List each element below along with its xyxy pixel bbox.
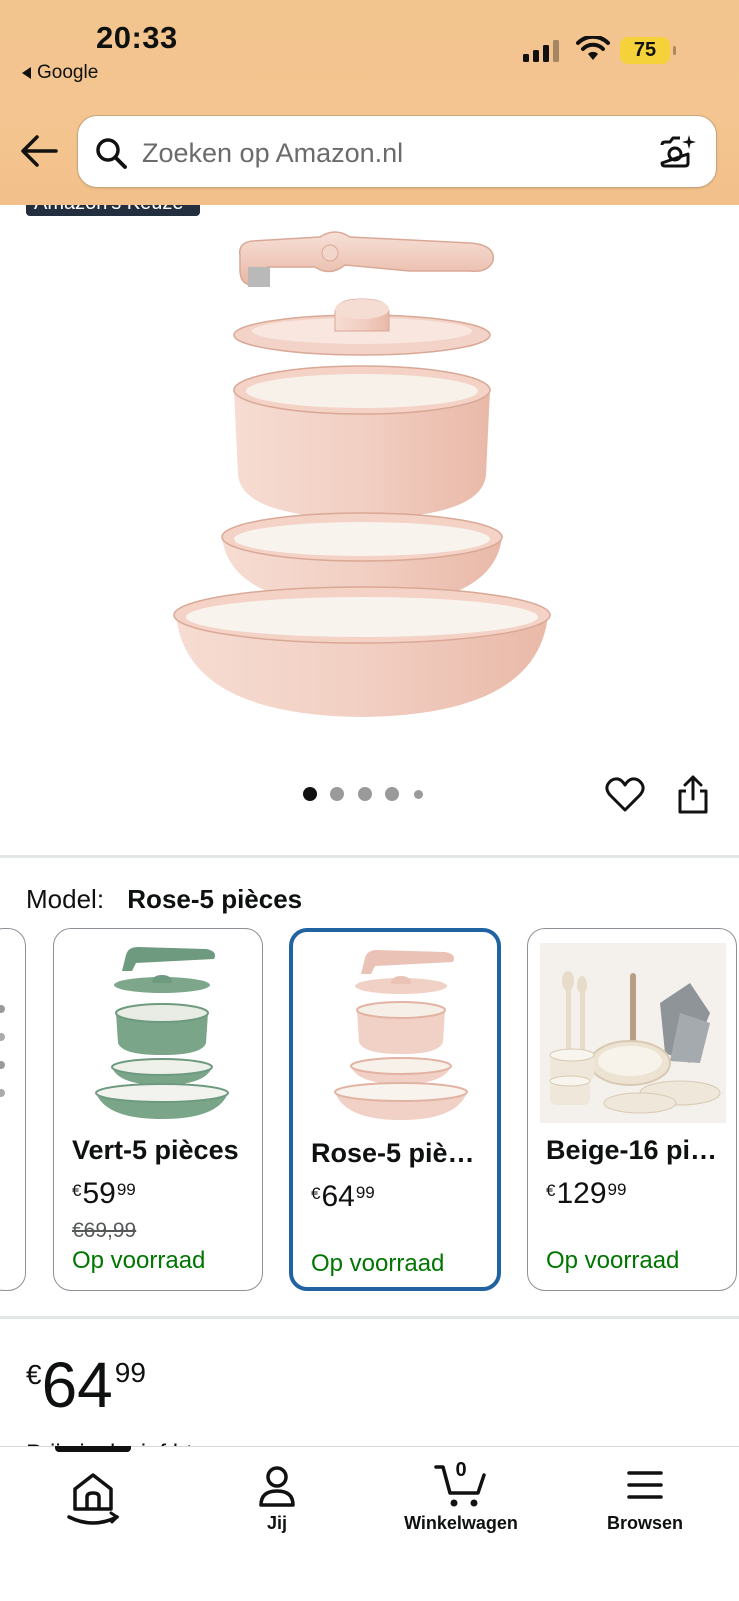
price-cents: 99 (355, 1183, 375, 1202)
price-currency: € (311, 1184, 321, 1203)
search-bar[interactable]: Zoeken op Amazon.nl (77, 115, 717, 188)
variant-card-beige[interactable]: Beige-16 pièces € 129 99 Op voorraad (527, 928, 737, 1291)
nav-cart-label: Winkelwagen (404, 1513, 518, 1533)
price-whole: 59 (82, 1177, 116, 1210)
price-currency: € (546, 1181, 556, 1200)
price-cents: 99 (114, 1357, 146, 1388)
section-divider (0, 1316, 739, 1319)
image-pager[interactable] (303, 787, 433, 807)
bottom-navigation: Jij 0 Winkelwagen Browsen (0, 1446, 739, 1601)
status-time: 20:33 (96, 20, 178, 55)
back-arrow-icon[interactable] (20, 134, 58, 168)
variant-stock-status: Op voorraad (546, 1247, 680, 1274)
camera-search-icon[interactable] (658, 132, 698, 172)
variant-list-price: €69,99 (72, 1219, 137, 1242)
nav-browse[interactable]: Browsen (570, 1447, 720, 1567)
variant-name: Beige-16 pièces (546, 1135, 720, 1165)
cart-count: 0 (455, 1459, 467, 1481)
nav-cart[interactable]: 0 Winkelwagen (386, 1447, 536, 1567)
back-app-label: Google (37, 62, 99, 83)
variant-thumbnail (540, 943, 726, 1123)
model-selected-value: Rose-5 pièces (127, 884, 303, 914)
search-input[interactable]: Zoeken op Amazon.nl (142, 138, 403, 169)
cellular-signal-icon (523, 40, 559, 62)
home-icon (67, 1473, 120, 1525)
price-whole: 129 (556, 1177, 607, 1210)
variant-price: € 64 99 (311, 1180, 375, 1214)
menu-icon (627, 1471, 663, 1499)
heart-icon[interactable] (605, 775, 645, 815)
section-divider (0, 855, 739, 858)
variant-thumbnail (334, 950, 468, 1120)
back-to-app-link[interactable]: Google (22, 62, 98, 84)
price-whole: 64 (321, 1180, 355, 1213)
battery-indicator: 75 (620, 37, 676, 64)
app-header: 20:33 Google 75 Zoeken op Amazon.nl (0, 0, 739, 205)
variant-price: € 59 99 (72, 1177, 136, 1211)
share-icon[interactable] (676, 773, 710, 815)
product-price: € 64 99 (26, 1353, 146, 1417)
variant-name: Vert-5 pièces (72, 1135, 239, 1165)
nav-browse-label: Browsen (606, 1513, 684, 1533)
price-cents: 99 (116, 1180, 136, 1199)
price-currency: € (72, 1181, 82, 1200)
nav-home[interactable] (18, 1447, 168, 1567)
model-label: Model: (26, 884, 105, 914)
variant-selector-label: Model: Rose-5 pièces (26, 884, 302, 915)
status-bar: 20:33 Google 75 (0, 0, 739, 100)
variant-thumbnail (95, 947, 229, 1119)
search-icon (96, 138, 127, 169)
nav-you[interactable]: Jij (202, 1447, 352, 1567)
price-currency: € (26, 1359, 42, 1390)
pager-dot[interactable] (358, 787, 372, 801)
user-icon (259, 1466, 295, 1507)
pager-dot[interactable] (330, 787, 344, 801)
variant-card-vert[interactable]: Vert-5 pièces € 59 99 €69,99 Op voorraad (53, 928, 263, 1291)
pager-dot[interactable] (414, 790, 423, 799)
nav-you-label: Jij (266, 1513, 287, 1533)
pager-dot[interactable] (385, 787, 399, 801)
variant-card-rose[interactable]: Rose-5 pièces € 64 99 Op voorraad (289, 928, 501, 1291)
product-image[interactable] (170, 225, 570, 735)
variant-stock-status: Op voorraad (311, 1250, 445, 1277)
variant-card-partial[interactable] (0, 928, 26, 1291)
wifi-icon (576, 36, 610, 60)
variant-stock-status: Op voorraad (72, 1247, 206, 1274)
variant-price: € 129 99 (546, 1177, 626, 1211)
variant-name: Rose-5 pièces (311, 1138, 481, 1168)
price-whole: 64 (41, 1349, 113, 1421)
back-triangle-icon (22, 67, 31, 79)
pager-dot[interactable] (303, 787, 317, 801)
variant-thumbnail (0, 1005, 5, 1097)
price-cents: 99 (607, 1180, 627, 1199)
